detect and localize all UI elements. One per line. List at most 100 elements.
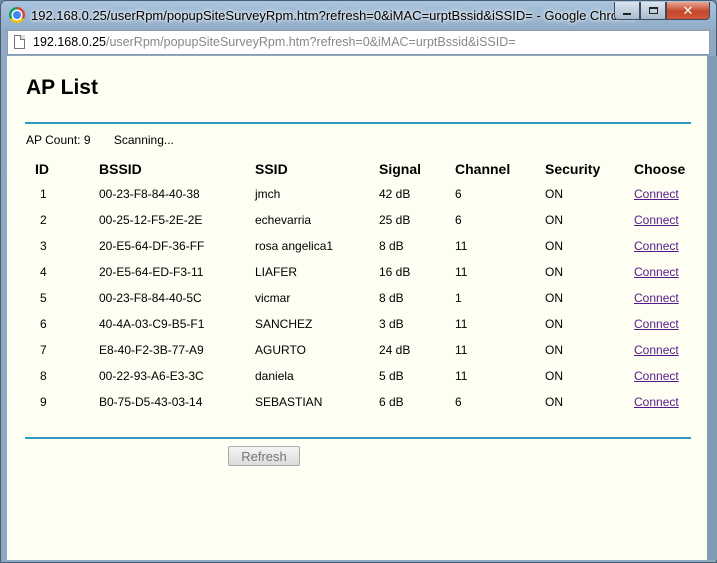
top-divider bbox=[25, 122, 691, 124]
header-channel: Channel bbox=[455, 161, 511, 177]
header-bssid: BSSID bbox=[99, 161, 142, 177]
header-choose: Choose bbox=[634, 161, 686, 177]
cell-choose: Connect bbox=[634, 363, 704, 389]
cell-channel: 11 bbox=[455, 343, 468, 357]
header-security: Security bbox=[545, 161, 601, 177]
cell-bssid: B0-75-D5-43-03-14 bbox=[99, 395, 203, 409]
refresh-button[interactable]: Refresh bbox=[228, 446, 300, 466]
cell-choose: Connect bbox=[634, 389, 704, 415]
cell-channel: 1 bbox=[455, 291, 462, 305]
cell-channel: 11 bbox=[455, 265, 468, 279]
connect-link[interactable]: Connect bbox=[634, 265, 679, 279]
cell-security: ON bbox=[545, 395, 563, 409]
cell-bssid: E8-40-F2-3B-77-A9 bbox=[99, 343, 204, 357]
table-row: 4 20-E5-64-ED-F3-11 LIAFER 16 dB 11 ON C… bbox=[26, 259, 704, 285]
cell-ssid: SANCHEZ bbox=[255, 317, 313, 331]
cell-ssid: SEBASTIAN bbox=[255, 395, 323, 409]
maximize-icon bbox=[648, 7, 658, 14]
page-title: AP List bbox=[26, 76, 98, 99]
title-bar[interactable]: 192.168.0.25/userRpm/popupSiteSurveyRpm.… bbox=[1, 1, 716, 29]
ap-count: AP Count: 9 bbox=[26, 133, 91, 147]
connect-link[interactable]: Connect bbox=[634, 395, 679, 409]
table-row: 7 E8-40-F2-3B-77-A9 AGURTO 24 dB 11 ON C… bbox=[26, 337, 704, 363]
cell-security: ON bbox=[545, 265, 563, 279]
header-id: ID bbox=[35, 161, 49, 177]
connect-link[interactable]: Connect bbox=[634, 369, 679, 383]
cell-id: 4 bbox=[40, 265, 47, 279]
cell-choose: Connect bbox=[634, 311, 704, 337]
cell-channel: 6 bbox=[455, 395, 462, 409]
header-ssid: SSID bbox=[255, 161, 288, 177]
ap-list-table: ID BSSID SSID Signal Channel Security Ch… bbox=[26, 157, 704, 415]
cell-bssid: 40-4A-03-C9-B5-F1 bbox=[99, 317, 205, 331]
url-text[interactable]: 192.168.0.25/userRpm/popupSiteSurveyRpm.… bbox=[33, 35, 516, 49]
cell-id: 1 bbox=[40, 187, 47, 201]
window-edge bbox=[707, 56, 717, 560]
connect-link[interactable]: Connect bbox=[634, 343, 679, 357]
cell-choose: Connect bbox=[634, 285, 704, 311]
connect-link[interactable]: Connect bbox=[634, 213, 679, 227]
cell-id: 8 bbox=[40, 369, 47, 383]
connect-link[interactable]: Connect bbox=[634, 239, 679, 253]
url-path: /userRpm/popupSiteSurveyRpm.htm?refresh=… bbox=[106, 35, 516, 49]
page-icon bbox=[14, 35, 25, 49]
connect-link[interactable]: Connect bbox=[634, 187, 679, 201]
cell-choose: Connect bbox=[634, 233, 704, 259]
address-bar[interactable]: 192.168.0.25/userRpm/popupSiteSurveyRpm.… bbox=[7, 30, 710, 55]
header-signal: Signal bbox=[379, 161, 422, 177]
connect-link[interactable]: Connect bbox=[634, 291, 679, 305]
cell-signal: 42 dB bbox=[379, 187, 411, 201]
status-line: AP Count: 9 Scanning... bbox=[26, 133, 174, 147]
cell-choose: Connect bbox=[634, 207, 704, 233]
cell-ssid: jmch bbox=[255, 187, 281, 201]
cell-ssid: AGURTO bbox=[255, 343, 306, 357]
cell-security: ON bbox=[545, 187, 563, 201]
table-row: 5 00-23-F8-84-40-5C vicmar 8 dB 1 ON Con… bbox=[26, 285, 704, 311]
minimize-icon bbox=[623, 12, 631, 15]
cell-channel: 11 bbox=[455, 317, 468, 331]
cell-id: 9 bbox=[40, 395, 47, 409]
cell-security: ON bbox=[545, 343, 563, 357]
chrome-logo-icon bbox=[9, 7, 25, 23]
page-content: AP List AP Count: 9 Scanning... ID BSSID… bbox=[7, 56, 710, 560]
cell-signal: 6 dB bbox=[379, 395, 404, 409]
scanning-status: Scanning... bbox=[113, 133, 174, 147]
table-row: 8 00-22-93-A6-E3-3C daniela 5 dB 11 ON C… bbox=[26, 363, 704, 389]
cell-id: 2 bbox=[40, 213, 47, 227]
cell-id: 7 bbox=[40, 343, 47, 357]
cell-signal: 8 dB bbox=[379, 291, 404, 305]
cell-security: ON bbox=[545, 213, 563, 227]
cell-choose: Connect bbox=[634, 259, 704, 285]
browser-window: 192.168.0.25/userRpm/popupSiteSurveyRpm.… bbox=[0, 0, 717, 563]
cell-id: 6 bbox=[40, 317, 47, 331]
cell-security: ON bbox=[545, 291, 563, 305]
cell-ssid: rosa angelica1 bbox=[255, 239, 334, 253]
table-row: 6 40-4A-03-C9-B5-F1 SANCHEZ 3 dB 11 ON C… bbox=[26, 311, 704, 337]
cell-ssid: vicmar bbox=[255, 291, 291, 305]
cell-bssid: 00-23-F8-84-40-5C bbox=[99, 291, 202, 305]
table-row: 1 00-23-F8-84-40-38 jmch 42 dB 6 ON Conn… bbox=[26, 181, 704, 207]
connect-link[interactable]: Connect bbox=[634, 317, 679, 331]
window-title: 192.168.0.25/userRpm/popupSiteSurveyRpm.… bbox=[31, 8, 637, 23]
cell-ssid: daniela bbox=[255, 369, 294, 383]
window-controls: ✕ bbox=[614, 2, 710, 20]
close-button[interactable]: ✕ bbox=[666, 2, 710, 20]
cell-signal: 25 dB bbox=[379, 213, 411, 227]
cell-signal: 8 dB bbox=[379, 239, 404, 253]
cell-signal: 16 dB bbox=[379, 265, 411, 279]
table-row: 2 00-25-12-F5-2E-2E echevarria 25 dB 6 O… bbox=[26, 207, 704, 233]
cell-choose: Connect bbox=[634, 337, 704, 363]
cell-bssid: 00-23-F8-84-40-38 bbox=[99, 187, 200, 201]
minimize-button[interactable] bbox=[614, 2, 640, 20]
maximize-button[interactable] bbox=[640, 2, 666, 20]
cell-security: ON bbox=[545, 239, 563, 253]
cell-bssid: 20-E5-64-DF-36-FF bbox=[99, 239, 205, 253]
cell-security: ON bbox=[545, 317, 563, 331]
table-row: 9 B0-75-D5-43-03-14 SEBASTIAN 6 dB 6 ON … bbox=[26, 389, 704, 415]
cell-ssid: echevarria bbox=[255, 213, 312, 227]
cell-security: ON bbox=[545, 369, 563, 383]
cell-signal: 3 dB bbox=[379, 317, 404, 331]
cell-bssid: 00-22-93-A6-E3-3C bbox=[99, 369, 204, 383]
cell-id: 3 bbox=[40, 239, 47, 253]
url-host: 192.168.0.25 bbox=[33, 35, 106, 49]
